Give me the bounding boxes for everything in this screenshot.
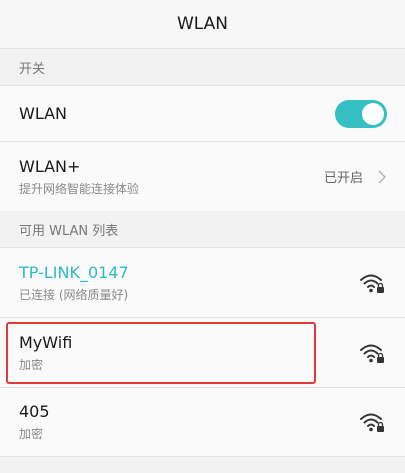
wifi-lock-icon [360,274,384,293]
wlan-plus-label: WLAN+ [19,156,81,176]
network-row-405[interactable]: 405 加密 [0,387,405,457]
wlan-plus-texts: WLAN+ 提升网络智能连接体验 [19,157,324,197]
section-header-switch: 开关 [0,49,405,85]
network-texts: TP-LINK_0147 已连接 (网络质量好) [19,263,359,303]
network-name: 405 [19,402,50,421]
title-bar: WLAN [0,0,405,49]
toggle-knob [362,102,384,125]
network-status: 加密 [19,357,44,372]
network-row-tp-link[interactable]: TP-LINK_0147 已连接 (网络质量好) [0,247,405,317]
wlan-label: WLAN [19,104,68,123]
section-header-switch-label: 开关 [19,61,46,77]
network-row-mywifi[interactable]: MyWifi 加密 [0,317,405,387]
chevron-right-icon [378,169,387,184]
wifi-lock-icon [360,413,384,432]
section-header-available-label: 可用 WLAN 列表 [19,223,119,239]
page-title: WLAN [176,14,229,34]
wifi-lock-icon [360,344,384,363]
network-texts: 405 加密 [19,402,359,442]
wlan-toggle-row[interactable]: WLAN [0,85,405,141]
section-header-available: 可用 WLAN 列表 [0,211,405,247]
network-status: 加密 [19,427,44,441]
network-name: MyWifi [19,332,73,352]
wlan-plus-status: 已开启 [323,171,363,186]
network-texts: MyWifi 加密 [19,333,359,373]
wlan-plus-subtitle: 提升网络智能连接体验 [19,181,140,196]
network-name: TP-LINK_0147 [19,262,129,282]
wlan-plus-row[interactable]: WLAN+ 提升网络智能连接体验 已开启 [0,141,405,211]
wlan-toggle-texts: WLAN [19,104,335,123]
wlan-toggle-switch[interactable] [335,99,387,128]
network-status: 已连接 (网络质量好) [19,287,129,302]
